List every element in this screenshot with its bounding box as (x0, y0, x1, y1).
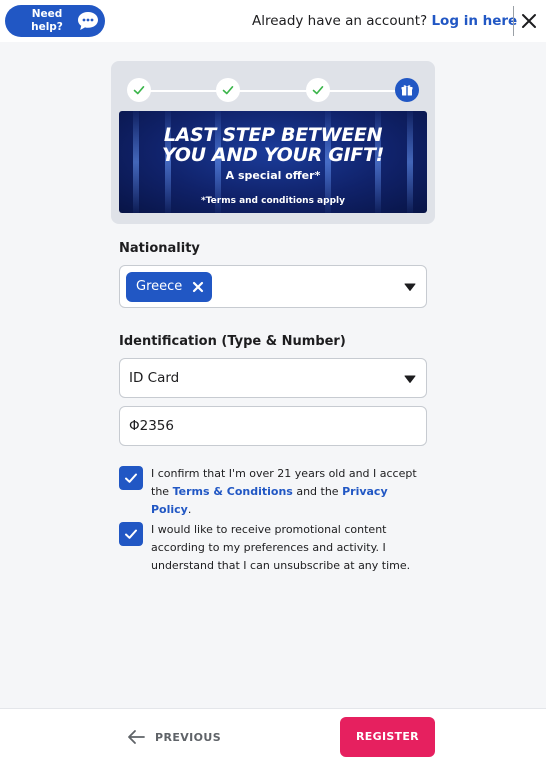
account-prompt: Already have an account? Log in here (252, 13, 517, 29)
top-bar: Need help? Already have an account? Log … (0, 0, 546, 42)
age-consent-text-after: . (187, 503, 192, 516)
gift-icon (401, 85, 413, 96)
terms-link[interactable]: Terms & Conditions (173, 485, 293, 498)
age-consent-text: I confirm that I'm over 21 years old and… (151, 465, 431, 519)
id-number-input[interactable]: Φ2356 (119, 406, 427, 446)
step-2 (216, 78, 240, 102)
banner-title: LAST STEP BETWEEN YOU AND YOUR GIFT! (119, 125, 427, 165)
age-consent-checkbox[interactable] (119, 466, 143, 490)
banner-terms: *Terms and conditions apply (201, 196, 345, 206)
promo-consent-text: I would like to receive promotional cont… (151, 523, 411, 572)
step-1 (127, 78, 151, 102)
check-icon (312, 86, 324, 95)
check-icon (133, 86, 145, 95)
id-type-value: ID Card (129, 370, 180, 386)
step-3 (306, 78, 330, 102)
banner-subtitle: A special offer* (225, 169, 321, 182)
caret-down-icon (404, 375, 416, 383)
need-help-label: Need help? (31, 8, 63, 33)
check-icon (222, 86, 234, 95)
remove-chip-icon[interactable] (192, 281, 204, 293)
close-icon[interactable] (520, 12, 538, 30)
nationality-select[interactable]: Greece (119, 265, 427, 308)
previous-button[interactable]: PREVIOUS (123, 727, 223, 749)
id-type-select[interactable]: ID Card (119, 358, 427, 398)
banner-title-line-2: YOU AND YOUR GIFT! (161, 144, 385, 166)
footer-bar: PREVIOUS REGISTER (0, 708, 546, 763)
age-consent-row: I confirm that I'm over 21 years old and… (119, 466, 439, 516)
check-icon (125, 473, 137, 483)
promo-card: LAST STEP BETWEEN YOU AND YOUR GIFT! A s… (111, 61, 435, 224)
check-icon (125, 529, 137, 539)
banner-title-line-1: LAST STEP BETWEEN (163, 124, 383, 146)
account-prompt-text: Already have an account? (252, 13, 428, 29)
id-number-value: Φ2356 (129, 418, 174, 434)
nationality-label: Nationality (119, 241, 200, 256)
header-divider (513, 6, 514, 36)
register-button[interactable]: REGISTER (340, 717, 435, 757)
chat-bubble-icon (78, 12, 98, 30)
nationality-chip-label: Greece (136, 279, 183, 294)
arrow-left-icon (128, 730, 145, 744)
need-help-button[interactable]: Need help? (5, 5, 105, 37)
login-link[interactable]: Log in here (431, 13, 517, 29)
previous-label: PREVIOUS (155, 731, 222, 744)
promo-banner: LAST STEP BETWEEN YOU AND YOUR GIFT! A s… (119, 111, 427, 213)
stepper-track (139, 90, 407, 92)
identification-label: Identification (Type & Number) (119, 334, 346, 349)
step-4-current (395, 78, 419, 102)
age-consent-text-middle: and the (292, 485, 343, 498)
progress-stepper (111, 61, 435, 111)
promo-consent-row: I would like to receive promotional cont… (119, 522, 439, 582)
nationality-chip: Greece (126, 272, 213, 302)
promo-consent-checkbox[interactable] (119, 522, 143, 546)
caret-down-icon (404, 283, 416, 291)
